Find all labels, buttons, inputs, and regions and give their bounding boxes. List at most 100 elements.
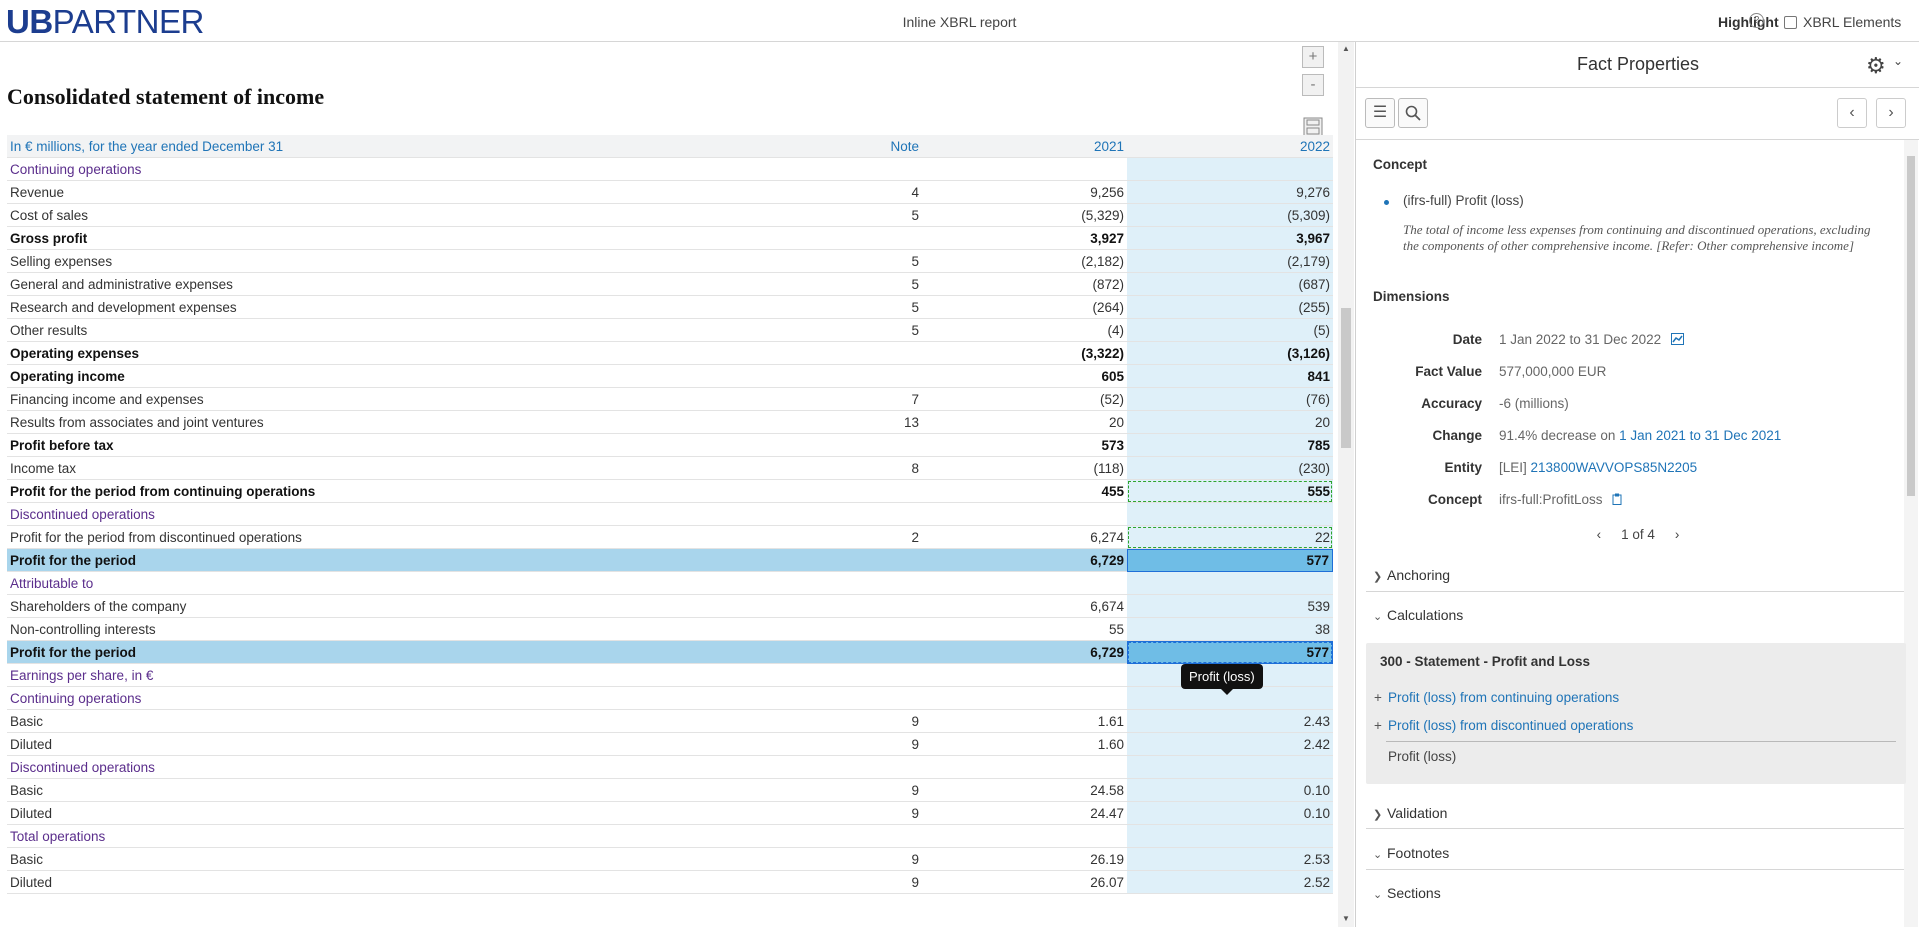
zoom-in-button[interactable]: + [1302, 46, 1324, 68]
zoom-out-button[interactable]: - [1302, 74, 1324, 96]
row-value-2021[interactable]: 26.19 [922, 848, 1127, 871]
scrollbar-thumb[interactable] [1341, 308, 1351, 448]
row-value-2022[interactable]: 3,967 [1127, 227, 1333, 250]
row-value-2022[interactable]: (3,126) [1127, 342, 1333, 365]
row-value-2022[interactable]: 2.43 [1127, 710, 1333, 733]
table-row: Discontinued operations [7, 756, 1333, 779]
header-note: Note [712, 135, 922, 158]
row-value-2022[interactable]: 577 [1127, 549, 1333, 572]
row-note: 9 [712, 710, 922, 733]
row-value-2022[interactable]: 2.52 [1127, 871, 1333, 894]
row-value-2022[interactable]: (2,179) [1127, 250, 1333, 273]
chevron-down-icon[interactable]: ⌄ [1893, 54, 1903, 68]
row-value-2021[interactable]: 605 [922, 365, 1127, 388]
scroll-up-icon[interactable]: ▲ [1342, 44, 1350, 53]
gear-icon[interactable]: ⚙ [1866, 53, 1886, 79]
row-value-2021[interactable]: 24.58 [922, 779, 1127, 802]
row-label: Financing income and expenses [7, 388, 712, 411]
table-row: Total operations [7, 825, 1333, 848]
row-value-2022[interactable]: 785 [1127, 434, 1333, 457]
row-value-2022[interactable]: 2.53 [1127, 848, 1333, 871]
row-value-2021[interactable]: 1.60 [922, 733, 1127, 756]
previous-fact-button[interactable]: ‹ [1837, 98, 1867, 128]
footnotes-section[interactable]: ⌄ Footnotes [1373, 845, 1449, 861]
help-icon[interactable]: ? [1749, 13, 1764, 28]
income-statement-table: In € millions, for the year ended Decemb… [7, 135, 1333, 894]
row-value-2022 [1127, 572, 1333, 595]
chevron-right-icon: ❯ [1373, 809, 1383, 821]
row-value-2021[interactable]: 455 [922, 480, 1127, 503]
row-value-2022[interactable]: 539 [1127, 595, 1333, 618]
concept-documentation: The total of income less expenses from c… [1403, 222, 1871, 253]
anchoring-section[interactable]: ❯ Anchoring [1373, 567, 1450, 583]
row-value-2021[interactable]: 6,729 [922, 549, 1127, 572]
row-value-2021[interactable]: 55 [922, 618, 1127, 641]
row-value-2021[interactable]: 26.07 [922, 871, 1127, 894]
calc-item-link[interactable]: Profit (loss) from discontinued operatio… [1388, 718, 1633, 733]
row-note: 2 [712, 526, 922, 549]
row-note [712, 664, 922, 687]
row-value-2021[interactable]: 9,256 [922, 181, 1127, 204]
row-value-2021[interactable]: 3,927 [922, 227, 1127, 250]
row-value-2022[interactable]: 2.42 [1127, 733, 1333, 756]
chart-icon[interactable] [1670, 333, 1684, 345]
table-row: Basic 9 26.19 2.53 [7, 848, 1333, 871]
search-icon[interactable] [1398, 98, 1428, 128]
top-bar: UBPARTNER Inline XBRL report Highlight ?… [0, 0, 1919, 42]
row-value-2022[interactable]: 577 [1127, 641, 1333, 664]
row-value-2022[interactable]: (76) [1127, 388, 1333, 411]
xbrl-elements-checkbox[interactable] [1784, 16, 1797, 29]
row-value-2022 [1127, 503, 1333, 526]
row-value-2022[interactable]: 841 [1127, 365, 1333, 388]
row-value-2021[interactable]: 6,674 [922, 595, 1127, 618]
row-value-2021[interactable]: 573 [922, 434, 1127, 457]
row-value-2022[interactable]: (230) [1127, 457, 1333, 480]
row-value-2021[interactable]: 6,274 [922, 526, 1127, 549]
row-value-2021[interactable]: (3,322) [922, 342, 1127, 365]
table-row: Profit before tax 573 785 [7, 434, 1333, 457]
xbrl-elements-toggle[interactable]: XBRL Elements [1784, 14, 1901, 30]
copy-icon[interactable] [1612, 493, 1622, 505]
row-value-2022[interactable]: 555 [1127, 480, 1333, 503]
row-note: 9 [712, 779, 922, 802]
concept-heading: Concept [1373, 157, 1427, 172]
calculations-section[interactable]: ⌄ Calculations [1373, 607, 1463, 623]
row-value-2022[interactable]: 20 [1127, 411, 1333, 434]
validation-section[interactable]: ❯ Validation [1373, 805, 1447, 821]
row-value-2021[interactable]: (264) [922, 296, 1127, 319]
change-period-link[interactable]: 1 Jan 2021 to 31 Dec 2021 [1619, 428, 1781, 443]
row-value-2022[interactable]: 22 [1127, 526, 1333, 549]
concept-name: (ifrs-full) Profit (loss) [1403, 193, 1524, 208]
row-value-2021[interactable]: (872) [922, 273, 1127, 296]
row-value-2022[interactable]: 0.10 [1127, 779, 1333, 802]
row-value-2021[interactable]: (5,329) [922, 204, 1127, 227]
row-value-2021[interactable]: 24.47 [922, 802, 1127, 825]
chevron-down-icon: ⌄ [1373, 611, 1383, 623]
row-value-2021[interactable]: (2,182) [922, 250, 1127, 273]
row-value-2021[interactable]: 20 [922, 411, 1127, 434]
document-scrollbar[interactable]: ▲ ▼ [1338, 42, 1354, 927]
next-fact-button[interactable]: › [1876, 98, 1906, 128]
list-view-icon[interactable]: ☰ [1365, 98, 1395, 128]
row-value-2022[interactable]: (5,309) [1127, 204, 1333, 227]
calc-item-link[interactable]: Profit (loss) from continuing operations [1388, 690, 1619, 705]
row-value-2021[interactable]: (52) [922, 388, 1127, 411]
row-value-2022[interactable]: (5) [1127, 319, 1333, 342]
row-value-2022[interactable]: (255) [1127, 296, 1333, 319]
row-value-2022[interactable]: (687) [1127, 273, 1333, 296]
row-value-2021[interactable]: 6,729 [922, 641, 1127, 664]
row-value-2022[interactable]: 38 [1127, 618, 1333, 641]
row-note: 5 [712, 273, 922, 296]
accuracy-row: Accuracy -6 (millions) [1421, 396, 1569, 411]
pager-next-icon[interactable]: › [1675, 527, 1680, 542]
pager-prev-icon[interactable]: ‹ [1597, 527, 1602, 542]
row-value-2021[interactable]: (118) [922, 457, 1127, 480]
row-value-2021[interactable]: 1.61 [922, 710, 1127, 733]
scroll-down-icon[interactable]: ▼ [1342, 914, 1350, 923]
sections-section[interactable]: ⌄ Sections [1373, 885, 1441, 901]
row-value-2022[interactable]: 9,276 [1127, 181, 1333, 204]
row-value-2021[interactable]: (4) [922, 319, 1127, 342]
table-row: Income tax 8 (118) (230) [7, 457, 1333, 480]
row-value-2022[interactable]: 0.10 [1127, 802, 1333, 825]
entity-link[interactable]: 213800WAVVOPS85N2205 [1531, 460, 1698, 475]
